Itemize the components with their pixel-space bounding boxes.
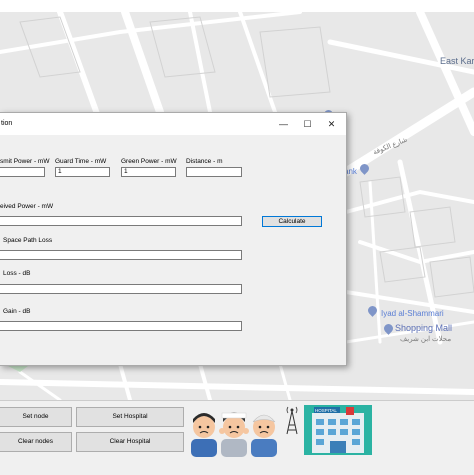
close-button[interactable]: ✕ xyxy=(320,113,343,135)
loss-output[interactable] xyxy=(0,284,242,294)
guard-time-label: Guard Time - mW xyxy=(55,158,107,165)
free-space-label: Space Path Loss xyxy=(3,237,53,244)
minimize-button[interactable]: — xyxy=(272,113,295,135)
gain-label: Gain - dB xyxy=(3,308,31,315)
gain-output[interactable] xyxy=(0,321,242,331)
distance-label: Distance - m xyxy=(186,158,223,165)
hospital-sign-text: HOSPITAL xyxy=(315,408,337,413)
dialog-title: tion xyxy=(1,120,13,127)
set-hospital-button[interactable]: Set Hospital xyxy=(76,407,184,427)
map-label-mall: Shopping Mall xyxy=(395,323,453,333)
bottom-toolbar: Set node Set Hospital Clear nodes Clear … xyxy=(0,400,474,475)
app-top-strip xyxy=(0,0,474,12)
calculate-button[interactable]: Calculate xyxy=(262,216,322,227)
loss-label: Loss - dB xyxy=(3,270,31,277)
received-power-label: eived Power - mW xyxy=(0,203,54,210)
calculation-dialog: tion — ☐ ✕ smit Power - mW Guard Time - … xyxy=(0,112,347,366)
clear-nodes-button[interactable]: Clear nodes xyxy=(0,432,72,452)
antenna-tower-icon xyxy=(286,406,298,435)
free-space-output[interactable] xyxy=(0,250,242,260)
transmit-power-input[interactable] xyxy=(0,167,45,177)
clear-hospital-button[interactable]: Clear Hospital xyxy=(76,432,184,452)
green-power-label: Green Power - mW xyxy=(121,158,177,165)
patients-icon xyxy=(191,412,277,457)
hospital-icon: HOSPITAL xyxy=(304,405,372,455)
received-power-output[interactable] xyxy=(0,216,242,226)
set-node-button[interactable]: Set node xyxy=(0,407,72,427)
map-label-iyad: Iyad al-Shammari xyxy=(381,309,444,318)
guard-time-input[interactable]: 1 xyxy=(55,167,110,177)
dialog-titlebar[interactable]: tion — ☐ ✕ xyxy=(0,113,346,135)
map-label-east-karrada: East Karra xyxy=(440,56,474,66)
maximize-button[interactable]: ☐ xyxy=(296,113,319,135)
distance-input[interactable] xyxy=(186,167,242,177)
transmit-power-label: smit Power - mW xyxy=(0,158,50,165)
green-power-input[interactable]: 1 xyxy=(121,167,176,177)
map-label-mall-arabic: محلات ابن شريف xyxy=(400,336,452,343)
